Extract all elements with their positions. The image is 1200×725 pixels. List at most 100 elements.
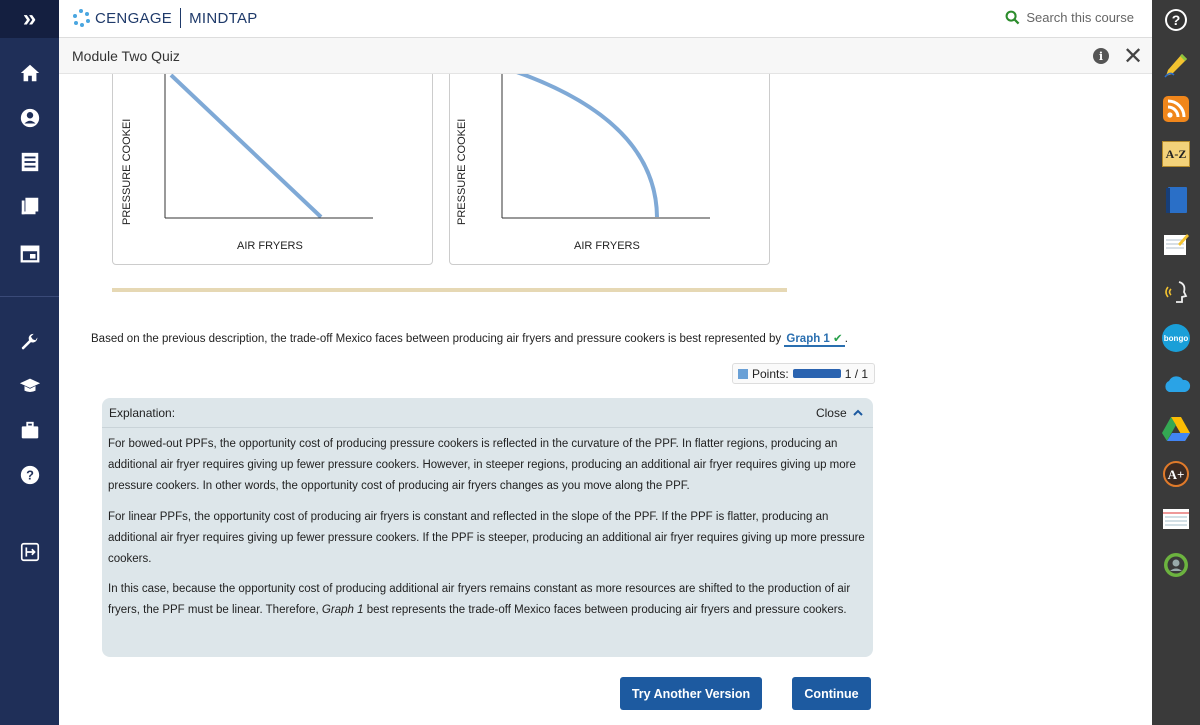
google-drive-icon bbox=[1162, 417, 1190, 441]
try-another-version-button[interactable]: Try Another Version bbox=[620, 677, 762, 710]
window-icon bbox=[20, 245, 39, 263]
ebook-app-button[interactable] bbox=[1160, 184, 1192, 216]
help-icon: ? bbox=[1165, 9, 1187, 31]
notes-app-button[interactable] bbox=[1160, 49, 1192, 81]
flag-icon bbox=[738, 368, 748, 379]
bongo-label: bongo bbox=[1163, 333, 1189, 343]
az-icon: A-Z bbox=[1162, 141, 1190, 167]
app-dock: ? A-Z bongo A+ bbox=[1152, 0, 1200, 725]
glossary-app-button[interactable]: A-Z bbox=[1160, 138, 1192, 170]
sign-out-icon bbox=[20, 542, 39, 562]
graph-2-curve bbox=[516, 74, 659, 218]
notepad-icon bbox=[1164, 234, 1189, 255]
readspeaker-app-button[interactable] bbox=[1160, 276, 1192, 308]
rail-divider bbox=[0, 296, 59, 297]
bongo-icon: bongo bbox=[1162, 324, 1190, 352]
rss-app-button[interactable] bbox=[1160, 93, 1192, 125]
brand-name: CENGAGE bbox=[95, 9, 173, 27]
continue-button[interactable]: Continue bbox=[792, 677, 871, 710]
graph-1-xlabel: AIR FRYERS bbox=[237, 240, 303, 252]
svg-text:?: ? bbox=[26, 468, 34, 483]
close-button[interactable]: ✕ bbox=[1123, 42, 1143, 71]
info-button[interactable]: i bbox=[1093, 48, 1109, 64]
explanation-header[interactable]: Explanation: Close bbox=[102, 398, 873, 428]
app-window: » ? CENGAGE MINDTAP Search this course M… bbox=[0, 0, 1200, 725]
avatar-ring-icon bbox=[1164, 553, 1188, 577]
svg-text:A+: A+ bbox=[1168, 467, 1185, 482]
bongo-app-button[interactable]: bongo bbox=[1160, 322, 1192, 354]
question-prompt: Based on the previous description, the t… bbox=[91, 333, 782, 345]
logo-mark-icon bbox=[71, 8, 91, 28]
library-button[interactable] bbox=[0, 186, 59, 226]
quiz-content: PRESSURE COOKEI AIR FRYERS PRESSURE COOK… bbox=[59, 74, 1152, 725]
flashcards-app-button[interactable] bbox=[1160, 503, 1192, 535]
home-icon bbox=[20, 64, 39, 82]
drive-app-button[interactable] bbox=[1160, 413, 1192, 445]
correct-check-icon: ✔ bbox=[833, 333, 843, 345]
book-icon bbox=[1166, 187, 1187, 213]
points-indicator: Points: 1 / 1 bbox=[732, 363, 875, 384]
aplus-app-button[interactable]: A+ bbox=[1160, 458, 1192, 490]
profile-app-button[interactable] bbox=[1160, 549, 1192, 581]
section-divider bbox=[112, 288, 787, 292]
sign-out-button[interactable] bbox=[0, 532, 59, 572]
list-icon bbox=[21, 152, 38, 172]
az-label: A-Z bbox=[1165, 146, 1187, 161]
calendar-button[interactable] bbox=[0, 234, 59, 274]
cloud-icon bbox=[1165, 376, 1191, 392]
search-input[interactable]: Search this course bbox=[1026, 10, 1134, 25]
rss-icon bbox=[1163, 96, 1189, 122]
graph-2-plot bbox=[501, 74, 710, 219]
graph-1-card: PRESSURE COOKEI AIR FRYERS bbox=[112, 74, 433, 265]
svg-text:?: ? bbox=[1172, 12, 1181, 28]
graph-2-xlabel: AIR FRYERS bbox=[574, 240, 640, 252]
points-progress-bar bbox=[792, 369, 841, 378]
gradebook-button[interactable] bbox=[0, 142, 59, 182]
career-button[interactable] bbox=[0, 411, 59, 451]
question-circle-icon: ? bbox=[20, 465, 39, 485]
search-course[interactable]: Search this course bbox=[1005, 10, 1134, 25]
graph-2-card: PRESSURE COOKEI AIR FRYERS bbox=[449, 74, 770, 265]
courses-button[interactable] bbox=[0, 366, 59, 406]
explanation-close-toggle[interactable]: Close bbox=[816, 406, 863, 420]
close-icon: ✕ bbox=[1123, 43, 1144, 70]
tools-button[interactable] bbox=[0, 323, 59, 363]
home-button[interactable] bbox=[0, 53, 59, 93]
paragraph-3-emphasis: Graph 1 bbox=[321, 603, 364, 616]
top-bar: CENGAGE MINDTAP Search this course bbox=[59, 0, 1152, 38]
close-label: Close bbox=[815, 406, 847, 420]
explanation-panel: Explanation: Close For bowed-out PPFs, t… bbox=[102, 398, 873, 657]
info-icon: i bbox=[1098, 49, 1104, 63]
logo-divider bbox=[180, 8, 182, 28]
speaker-head-icon bbox=[1165, 281, 1188, 303]
page-title: Module Two Quiz bbox=[72, 48, 180, 64]
cengage-logo[interactable]: CENGAGE MINDTAP bbox=[71, 8, 258, 28]
left-nav-rail: » ? bbox=[0, 0, 59, 725]
profile-button[interactable] bbox=[0, 98, 59, 138]
user-icon bbox=[20, 108, 39, 128]
graph-1-plot bbox=[164, 74, 373, 219]
pencil-icon bbox=[1164, 54, 1187, 78]
expand-nav-button[interactable]: » bbox=[0, 0, 59, 38]
answer-dropdown[interactable]: Graph 1 ✔ bbox=[784, 333, 845, 347]
points-value: 1 / 1 bbox=[844, 366, 869, 381]
books-icon bbox=[21, 197, 38, 215]
briefcase-icon bbox=[21, 421, 38, 439]
notebook-app-button[interactable] bbox=[1160, 228, 1192, 260]
a-plus-icon: A+ bbox=[1163, 461, 1189, 487]
question-text: Based on the previous description, the t… bbox=[91, 331, 848, 347]
help-button[interactable]: ? bbox=[0, 455, 59, 495]
search-icon bbox=[1005, 10, 1020, 25]
activity-header: Module Two Quiz i ✕ bbox=[59, 38, 1152, 74]
double-chevron-icon: » bbox=[22, 5, 37, 32]
cloud-app-button[interactable] bbox=[1160, 368, 1192, 400]
product-name: MINDTAP bbox=[189, 9, 258, 27]
wrench-icon bbox=[21, 333, 37, 350]
help-button[interactable]: ? bbox=[1160, 4, 1192, 36]
question-period: . bbox=[844, 333, 848, 345]
explanation-paragraph-3: In this case, because the opportunity co… bbox=[108, 579, 868, 621]
explanation-paragraph-2: For linear PPFs, the opportunity cost of… bbox=[108, 511, 865, 565]
explanation-paragraph-1: For bowed-out PPFs, the opportunity cost… bbox=[108, 438, 856, 492]
answer-value: Graph 1 bbox=[786, 333, 830, 345]
explanation-label: Explanation: bbox=[109, 406, 176, 420]
